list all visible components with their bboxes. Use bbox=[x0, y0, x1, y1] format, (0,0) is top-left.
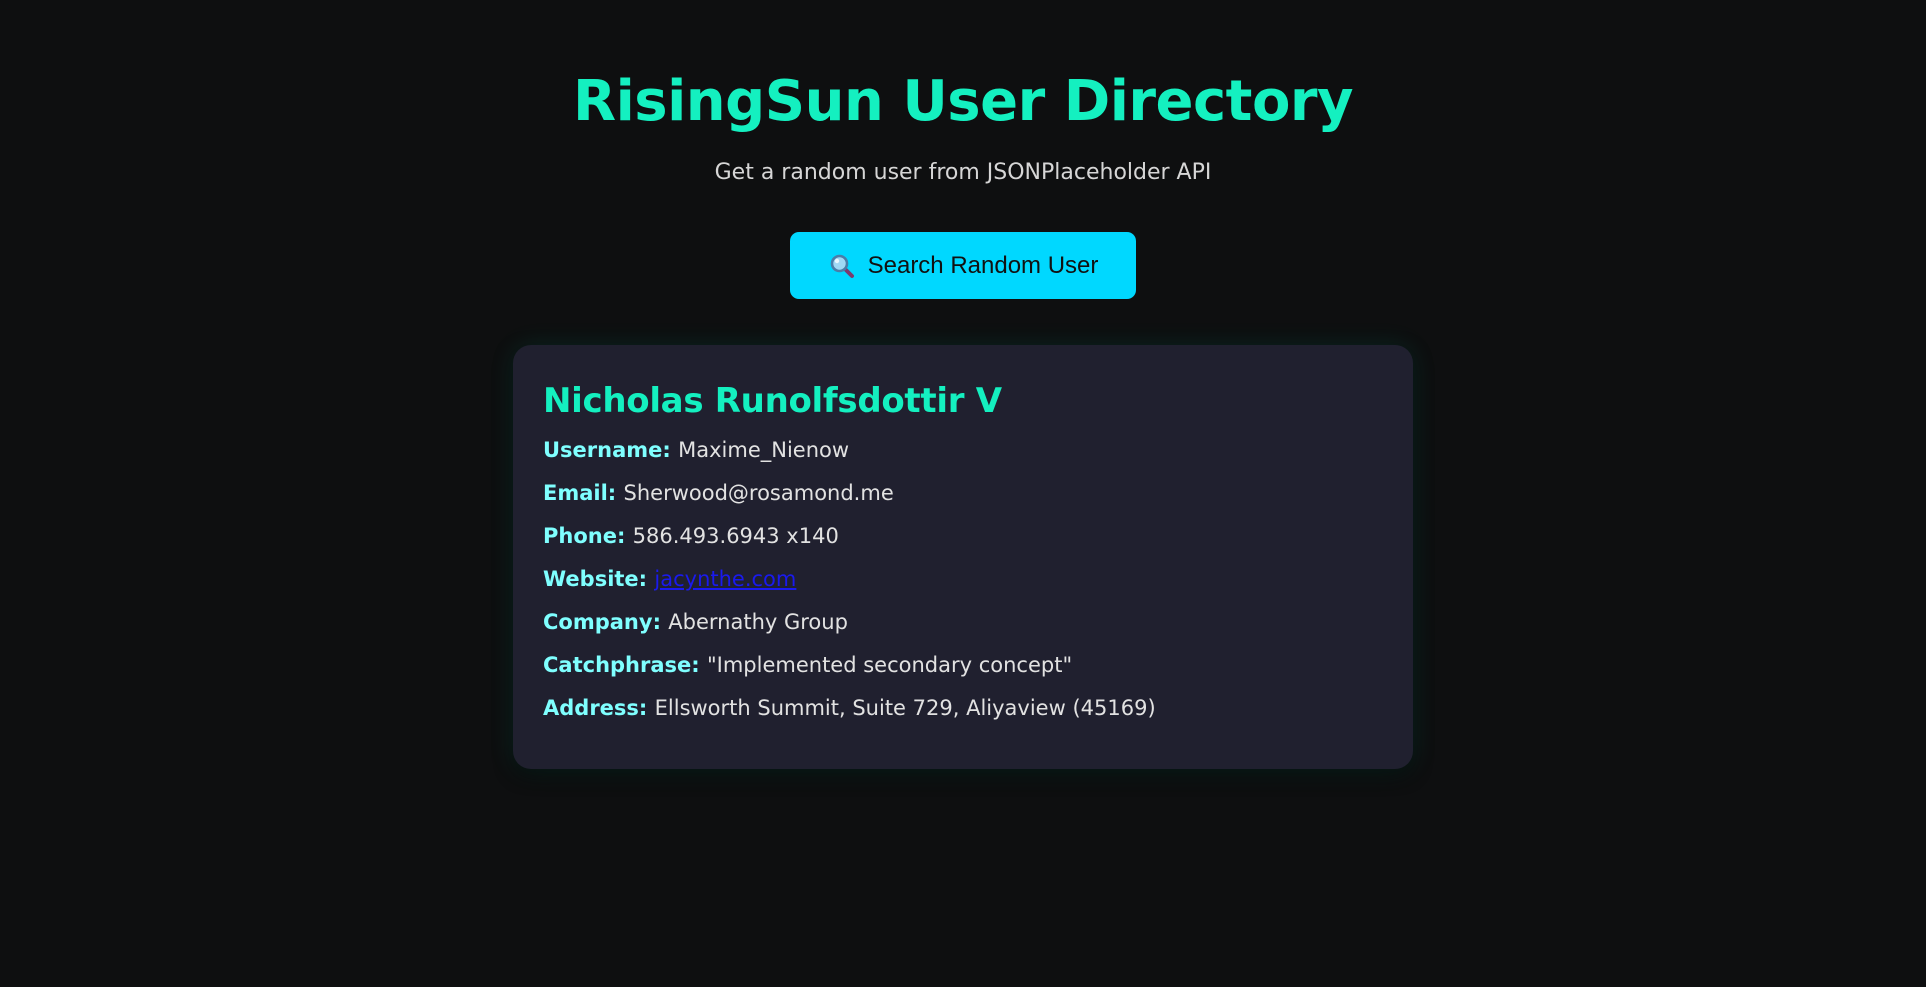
phone-row: Phone: 586.493.6943 x140 bbox=[543, 522, 1383, 551]
phone-value: 586.493.6943 x140 bbox=[632, 524, 839, 548]
email-value: Sherwood@rosamond.me bbox=[623, 481, 894, 505]
email-label: Email: bbox=[543, 481, 624, 505]
catchphrase-row: Catchphrase: "Implemented secondary conc… bbox=[543, 651, 1383, 680]
address-row: Address: Ellsworth Summit, Suite 729, Al… bbox=[543, 694, 1383, 723]
page-subtitle: Get a random user from JSONPlaceholder A… bbox=[714, 160, 1212, 185]
username-value: Maxime_Nienow bbox=[678, 438, 850, 462]
catchphrase-value: "Implemented secondary concept" bbox=[706, 653, 1073, 677]
magnifying-glass-icon bbox=[828, 252, 856, 280]
company-value: Abernathy Group bbox=[668, 610, 848, 634]
address-value: Ellsworth Summit, Suite 729, Aliyaview (… bbox=[654, 696, 1156, 720]
website-row: Website: jacynthe.com bbox=[543, 565, 1383, 594]
website-label: Website: bbox=[543, 567, 655, 591]
username-row: Username: Maxime_Nienow bbox=[543, 436, 1383, 465]
page-title: RisingSun User Directory bbox=[572, 69, 1354, 134]
email-row: Email: Sherwood@rosamond.me bbox=[543, 479, 1383, 508]
search-random-user-button[interactable]: Search Random User bbox=[790, 232, 1136, 299]
catchphrase-label: Catchphrase: bbox=[543, 653, 707, 677]
company-row: Company: Abernathy Group bbox=[543, 608, 1383, 637]
user-card: Nicholas Runolfsdottir V Username: Maxim… bbox=[513, 345, 1413, 769]
username-label: Username: bbox=[543, 438, 679, 462]
website-link[interactable]: jacynthe.com bbox=[654, 567, 796, 591]
search-button-label: Search Random User bbox=[867, 251, 1099, 279]
user-name: Nicholas Runolfsdottir V bbox=[543, 381, 1002, 421]
page: RisingSun User Directory Get a random us… bbox=[0, 0, 1926, 987]
company-label: Company: bbox=[543, 610, 669, 634]
address-label: Address: bbox=[543, 696, 655, 720]
phone-label: Phone: bbox=[543, 524, 633, 548]
